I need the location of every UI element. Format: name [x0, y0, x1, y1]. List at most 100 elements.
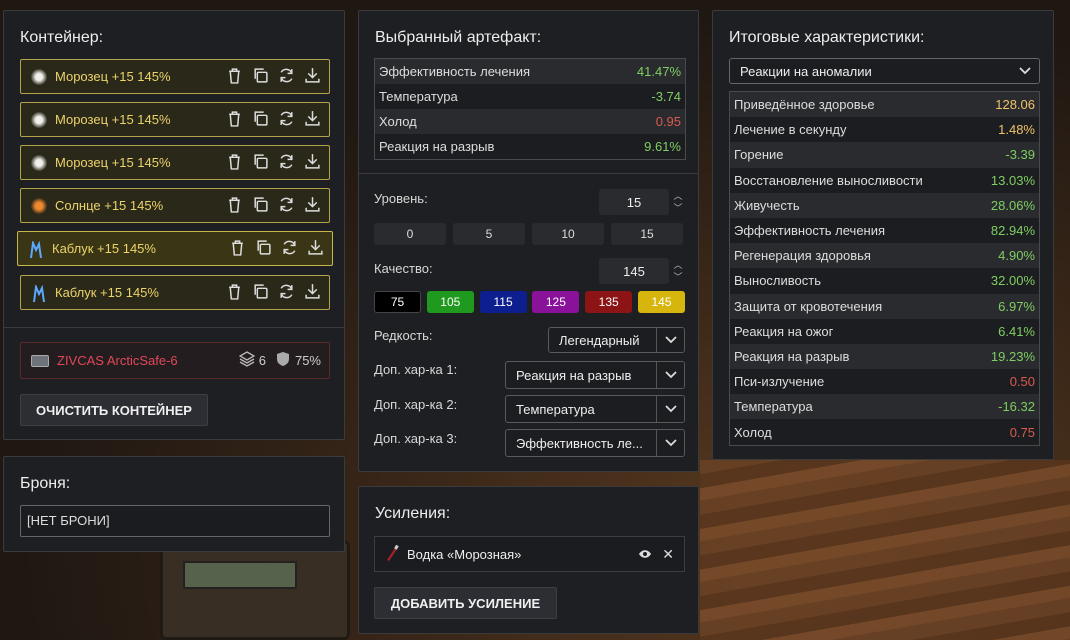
- container-panel: Контейнер: Морозец +15 145% Морозец +15 1…: [3, 10, 345, 440]
- swap-icon[interactable]: [278, 196, 295, 216]
- swap-icon[interactable]: [278, 153, 295, 173]
- container-slot[interactable]: Солнце +15 145%: [20, 188, 330, 223]
- container-info[interactable]: ZIVCAS ArcticSafe-6 6 75%: [20, 342, 330, 379]
- shield-icon: [276, 351, 290, 370]
- extra2-select[interactable]: Температура: [505, 395, 685, 423]
- close-icon[interactable]: ✕: [662, 546, 674, 563]
- armor-panel: Броня: [НЕТ БРОНИ]: [3, 456, 345, 552]
- level-preset-button[interactable]: 10: [532, 223, 604, 245]
- stat-value: 41.47%: [636, 64, 681, 79]
- extra1-select[interactable]: Реакция на разрыв: [505, 361, 685, 389]
- download-icon[interactable]: [304, 67, 321, 87]
- copy-icon[interactable]: [252, 153, 269, 173]
- quality-preset-button[interactable]: 135: [585, 291, 633, 313]
- armor-field[interactable]: [НЕТ БРОНИ]: [20, 505, 330, 537]
- level-input[interactable]: 15: [599, 189, 669, 215]
- totals-title: Итоговые характеристики:: [729, 29, 925, 46]
- stat-value: 0.95: [655, 114, 681, 129]
- trash-icon[interactable]: [226, 67, 243, 87]
- divider: [4, 327, 344, 328]
- chevron-down-icon: [656, 328, 684, 352]
- swap-icon[interactable]: [278, 110, 295, 130]
- stat-name: Температура: [734, 399, 813, 415]
- stat-value: 13.03%: [990, 172, 1035, 188]
- totals-filter-select[interactable]: Реакции на аномалии: [729, 58, 1040, 84]
- download-icon[interactable]: [304, 153, 321, 173]
- level-preset-button[interactable]: 15: [611, 223, 683, 245]
- container-slot[interactable]: Морозец +15 145%: [20, 102, 330, 137]
- rarity-select[interactable]: Легендарный: [548, 327, 685, 353]
- swap-icon[interactable]: [281, 239, 298, 259]
- stat-name: Реакция на разрыв: [734, 348, 850, 364]
- trash-icon[interactable]: [226, 283, 243, 303]
- stat-name: Восстановление выносливости: [734, 172, 923, 188]
- extra1-value: Реакция на разрыв: [516, 367, 632, 383]
- quality-preset-button[interactable]: 125: [532, 291, 580, 313]
- artifact-title: Выбранный артефакт:: [375, 29, 542, 46]
- level-preset-button[interactable]: 5: [453, 223, 525, 245]
- container-slot[interactable]: Каблук +15 145%: [20, 275, 330, 310]
- container-slot[interactable]: Морозец +15 145%: [20, 59, 330, 94]
- copy-icon[interactable]: [255, 239, 272, 259]
- container-slot[interactable]: Морозец +15 145%: [20, 145, 330, 180]
- swap-icon[interactable]: [278, 283, 295, 303]
- totals-panel: Итоговые характеристики: Реакции на аном…: [712, 10, 1054, 460]
- stat-name: Пси-излучение: [734, 374, 825, 390]
- extra3-select[interactable]: Эффективность ле...: [505, 429, 685, 457]
- stat-row: Реакция на ожог 6.41%: [730, 318, 1039, 344]
- clear-container-button[interactable]: ОЧИСТИТЬ КОНТЕЙНЕР: [20, 394, 208, 426]
- stat-value: 0.50: [1009, 374, 1035, 390]
- artifact-icon: [31, 154, 47, 171]
- quality-preset-button[interactable]: 105: [426, 291, 474, 313]
- quality-preset-button[interactable]: 75: [374, 291, 421, 313]
- level-preset-button[interactable]: 0: [374, 223, 446, 245]
- trash-icon[interactable]: [226, 196, 243, 216]
- stat-name: Реакция на разрыв: [379, 139, 495, 154]
- rarity-value: Легендарный: [559, 332, 640, 348]
- download-icon[interactable]: [307, 239, 324, 259]
- boosts-title: Усиления:: [375, 505, 451, 522]
- trash-icon[interactable]: [226, 153, 243, 173]
- stat-value: -16.32: [998, 399, 1035, 415]
- stat-row: Реакция на разрыв 19.23%: [730, 343, 1039, 370]
- quality-preset-button[interactable]: 115: [479, 291, 527, 313]
- download-icon[interactable]: [304, 110, 321, 130]
- stat-name: Приведённое здоровье: [734, 97, 875, 113]
- stat-name: Холод: [734, 424, 772, 440]
- quality-input[interactable]: 145: [599, 258, 669, 284]
- download-icon[interactable]: [304, 283, 321, 303]
- extra2-value: Температура: [516, 401, 595, 417]
- container-case-icon: [31, 354, 49, 367]
- stat-row: Эффективность лечения 41.47%: [375, 59, 685, 84]
- artifact-icon: [31, 68, 47, 85]
- container-slot[interactable]: Каблук +15 145%: [17, 231, 333, 266]
- download-icon[interactable]: [304, 196, 321, 216]
- eye-icon[interactable]: [638, 547, 652, 562]
- trash-icon[interactable]: [226, 110, 243, 130]
- quality-stepper[interactable]: ︿ ﹀: [673, 260, 683, 286]
- copy-icon[interactable]: [252, 67, 269, 87]
- bottle-icon: [385, 544, 399, 565]
- quality-preset-button[interactable]: 145: [638, 291, 685, 313]
- stat-value: 6.41%: [998, 323, 1035, 339]
- stat-value: 0.75: [1009, 424, 1035, 440]
- background-radio: [160, 540, 350, 640]
- boost-item[interactable]: Водка «Морозная» ✕: [374, 536, 685, 572]
- stat-row: Лечение в секунду 1.48%: [730, 117, 1039, 143]
- swap-icon[interactable]: [278, 67, 295, 87]
- slot-name: Морозец +15 145%: [55, 69, 171, 84]
- stat-row: Регенерация здоровья 4.90%: [730, 243, 1039, 269]
- level-stepper[interactable]: ︿ ﹀: [673, 191, 683, 217]
- copy-icon[interactable]: [252, 110, 269, 130]
- layers-icon: [238, 351, 256, 370]
- copy-icon[interactable]: [252, 283, 269, 303]
- chevron-down-icon: [656, 430, 684, 456]
- stat-name: Защита от кровотечения: [734, 298, 883, 314]
- copy-icon[interactable]: [252, 196, 269, 216]
- stat-value: 4.90%: [998, 248, 1035, 264]
- armor-title: Броня:: [20, 475, 71, 492]
- extra3-value: Эффективность ле...: [516, 435, 643, 451]
- add-boost-button[interactable]: ДОБАВИТЬ УСИЛЕНИЕ: [374, 587, 557, 619]
- trash-icon[interactable]: [229, 239, 246, 259]
- chevron-down-icon: [1011, 59, 1039, 83]
